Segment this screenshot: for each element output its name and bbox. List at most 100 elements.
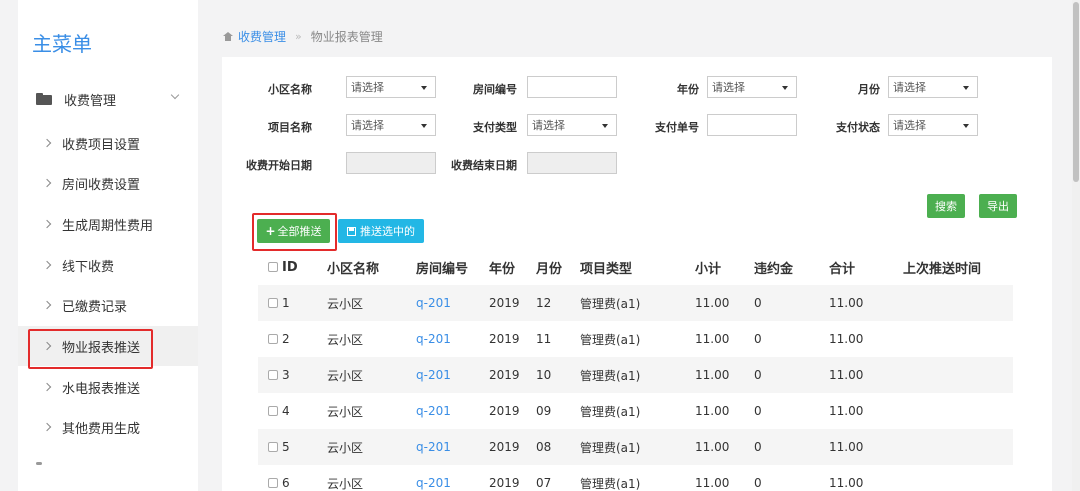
payno-input[interactable] [707, 114, 797, 136]
row-checkbox[interactable] [268, 334, 278, 344]
table-cell-community: 云小区 [327, 476, 364, 491]
table-cell-room[interactable]: q-201 [416, 296, 451, 310]
push-selected-label: 推送选中的 [360, 225, 415, 238]
chevron-right-icon [42, 178, 52, 188]
row-checkbox[interactable] [268, 370, 278, 380]
column-header: 年份 [489, 261, 516, 277]
end-date-input[interactable] [527, 152, 617, 174]
search-button[interactable]: 搜索 [927, 194, 965, 218]
row-checkbox[interactable] [268, 442, 278, 452]
sidebar-item[interactable]: 生成周期性费用 [18, 204, 198, 244]
caret-down-icon [963, 86, 969, 90]
row-checkbox[interactable] [268, 478, 278, 488]
sidebar-item-label: 其他费用生成 [62, 421, 141, 437]
community-select[interactable]: 请选择 [346, 76, 436, 98]
table-cell-id: 6 [282, 476, 290, 490]
table-cell-community: 云小区 [327, 404, 364, 419]
sidebar-item-label: 水电报表推送 [62, 381, 141, 397]
table-cell-community: 云小区 [327, 332, 364, 347]
room-input[interactable] [527, 76, 617, 98]
table-cell-id: 4 [282, 404, 290, 418]
table-cell-room[interactable]: q-201 [416, 440, 451, 454]
sidebar-item[interactable]: 已缴费记录 [18, 285, 198, 325]
sidebar-group-fee-management[interactable]: 收费管理 [18, 80, 198, 118]
sidebar-item[interactable]: 物业报表推送 [18, 326, 198, 369]
sidebar-item[interactable]: 线下收费 [18, 245, 198, 285]
table-cell-total: 11.00 [829, 476, 864, 490]
chevron-right-icon [42, 138, 52, 148]
paytype-select-value: 请选择 [532, 119, 565, 132]
table-cell-room[interactable]: q-201 [416, 368, 451, 382]
table-header-row: ID 小区名称 房间编号 年份 月份 项目类型 小计 违约金 合计 上次推送时间 [258, 249, 1013, 285]
caret-down-icon [421, 124, 427, 128]
item-label: 项目名称 [268, 121, 312, 134]
paystatus-label: 支付状态 [836, 121, 880, 134]
table-cell-penalty: 0 [754, 296, 762, 310]
breadcrumb-parent-link[interactable]: 收费管理 [238, 28, 286, 45]
table-cell-subtotal: 11.00 [695, 476, 730, 490]
paytype-select[interactable]: 请选择 [527, 114, 617, 136]
push-all-button[interactable]: + 全部推送 [257, 219, 330, 243]
column-header: 项目类型 [580, 261, 633, 277]
save-icon [347, 226, 356, 236]
table-row[interactable]: 4 云小区 q-201 2019 09 管理费(a1) 11.00 0 11.00 [258, 393, 1013, 429]
table-cell-type: 管理费(a1) [580, 368, 641, 383]
select-all-checkbox[interactable] [268, 262, 278, 272]
paystatus-select[interactable]: 请选择 [888, 114, 978, 136]
sidebar-item-label: 线下收费 [62, 259, 115, 275]
chevron-right-icon [42, 422, 52, 432]
item-select[interactable]: 请选择 [346, 114, 436, 136]
table-cell-subtotal: 11.00 [695, 296, 730, 310]
end-date-label: 收费结束日期 [451, 159, 517, 172]
export-button[interactable]: 导出 [979, 194, 1017, 218]
year-label: 年份 [677, 83, 699, 96]
folder-icon [36, 93, 52, 105]
room-label: 房间编号 [473, 83, 517, 96]
sidebar-item[interactable]: 收费项目设置 [18, 123, 198, 163]
row-checkbox[interactable] [268, 406, 278, 416]
table-cell-room[interactable]: q-201 [416, 404, 451, 418]
sidebar-item[interactable]: 房间收费设置 [18, 163, 198, 203]
table-cell-year: 2019 [489, 440, 520, 454]
column-header: 违约金 [754, 261, 794, 277]
table-cell-year: 2019 [489, 404, 520, 418]
month-select[interactable]: 请选择 [888, 76, 978, 98]
table-row[interactable]: 1 云小区 q-201 2019 12 管理费(a1) 11.00 0 11.00 [258, 285, 1013, 321]
sidebar-item[interactable]: 水电报表推送 [18, 367, 198, 407]
table-cell-id: 5 [282, 440, 290, 454]
scrollbar-thumb[interactable] [1073, 2, 1079, 182]
year-select[interactable]: 请选择 [707, 76, 797, 98]
table-cell-type: 管理费(a1) [580, 332, 641, 347]
column-header: ID [282, 259, 298, 275]
table-cell-year: 2019 [489, 476, 520, 490]
scrollbar[interactable] [1072, 0, 1080, 491]
table-row[interactable]: 5 云小区 q-201 2019 08 管理费(a1) 11.00 0 11.00 [258, 429, 1013, 465]
table-cell-year: 2019 [489, 296, 520, 310]
sidebar-item-label: 收费项目设置 [62, 137, 141, 153]
table-cell-room[interactable]: q-201 [416, 332, 451, 346]
breadcrumb-current: 物业报表管理 [310, 30, 383, 44]
sidebar-item[interactable]: 其他费用生成 [18, 407, 198, 447]
table-row[interactable]: 6 云小区 q-201 2019 07 管理费(a1) 11.00 0 11.00 [258, 465, 1013, 491]
table-cell-month: 10 [536, 368, 552, 382]
more-indicator [36, 462, 42, 465]
start-date-input[interactable] [346, 152, 436, 174]
table-cell-subtotal: 11.00 [695, 332, 730, 346]
table-cell-month: 09 [536, 404, 552, 418]
table-cell-month: 12 [536, 296, 552, 310]
row-checkbox[interactable] [268, 298, 278, 308]
table-cell-id: 3 [282, 368, 290, 382]
table-cell-room[interactable]: q-201 [416, 476, 451, 490]
sidebar-item-label: 生成周期性费用 [62, 218, 154, 234]
table-cell-type: 管理费(a1) [580, 440, 641, 455]
community-label: 小区名称 [268, 83, 312, 96]
sidebar-title: 主菜单 [32, 32, 92, 56]
table-cell-id: 1 [282, 296, 290, 310]
table-row[interactable]: 3 云小区 q-201 2019 10 管理费(a1) 11.00 0 11.00 [258, 357, 1013, 393]
table-cell-type: 管理费(a1) [580, 404, 641, 419]
table-row[interactable]: 2 云小区 q-201 2019 11 管理费(a1) 11.00 0 11.00 [258, 321, 1013, 357]
table-cell-id: 2 [282, 332, 290, 346]
table-cell-subtotal: 11.00 [695, 404, 730, 418]
push-selected-button[interactable]: 推送选中的 [338, 219, 424, 243]
table-cell-community: 云小区 [327, 440, 364, 455]
